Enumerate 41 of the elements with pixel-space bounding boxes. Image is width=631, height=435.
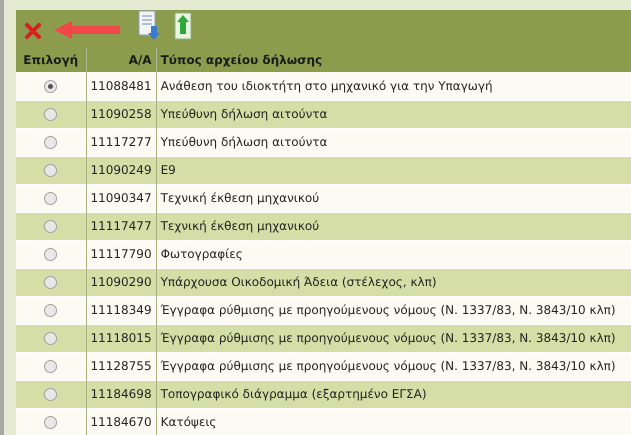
table-cell: Υπάρχουσα Οικοδομική Άδεια (στέλεχος, κλπ) (156, 268, 631, 296)
radio-button[interactable] (44, 192, 58, 206)
arrow-icon (54, 20, 122, 40)
radio-button[interactable] (44, 220, 58, 234)
table-cell: 11090258 (86, 100, 156, 128)
table-cell: 11184698 (86, 380, 156, 408)
table-cell: Ανάθεση του ιδιοκτήτη στο μηχανικό για την Υπαγωγή (156, 72, 631, 100)
table-cell: Έγγραφα ρύθμισης με προηγούμενους νόμους (Ν. 1337/83, Ν. 3843/10 κλπ) (156, 296, 631, 324)
radio-button[interactable] (44, 248, 58, 262)
table-cell: 11090290 (86, 268, 156, 296)
radio-button[interactable] (44, 136, 58, 150)
table-cell: 11090347 (86, 184, 156, 212)
table-cell: 11088481 (86, 72, 156, 100)
document-download-icon[interactable] (138, 10, 160, 42)
radio-button[interactable] (44, 360, 58, 374)
table-cell: 11117477 (86, 212, 156, 240)
radio-button[interactable] (44, 276, 58, 290)
table-cell: 11184670 (86, 408, 156, 435)
radio-button[interactable] (44, 108, 58, 122)
delete-icon[interactable] (24, 22, 42, 40)
table-cell: Τεχνική έκθεση μηχανικού (156, 184, 631, 212)
radio-button[interactable] (44, 304, 58, 318)
table-cell: 11128755 (86, 352, 156, 380)
table-cell: Κατόψεις (156, 408, 631, 435)
table-cell: 11117277 (86, 128, 156, 156)
table-cell: Φωτογραφίες (156, 240, 631, 268)
radio-button[interactable] (44, 332, 58, 346)
table-cell: Έγγραφα ρύθμισης με προηγούμενους νόμους (Ν. 1337/83, Ν. 3843/10 κλπ) (156, 352, 631, 380)
radio-button[interactable] (44, 416, 58, 430)
radio-button[interactable] (44, 80, 58, 93)
document-upload-icon[interactable] (172, 10, 194, 42)
table-cell: 11090249 (86, 156, 156, 184)
radio-button[interactable] (44, 164, 58, 178)
table-cell: 11118015 (86, 324, 156, 352)
table-cell: Τοπογραφικό διάγραμμα (εξαρτημένο ΕΓΣΑ) (156, 380, 631, 408)
radio-button[interactable] (44, 388, 58, 402)
table-cell: Έγγραφα ρύθμισης με προηγούμενους νόμους (Ν. 1337/83, Ν. 3843/10 κλπ) (156, 324, 631, 352)
table-cell: 11117790 (86, 240, 156, 268)
table-cell: 11118349 (86, 296, 156, 324)
table-cell: Υπεύθυνη δήλωση αιτούντα (156, 128, 631, 156)
table-cell: Τεχνική έκθεση μηχανικού (156, 212, 631, 240)
